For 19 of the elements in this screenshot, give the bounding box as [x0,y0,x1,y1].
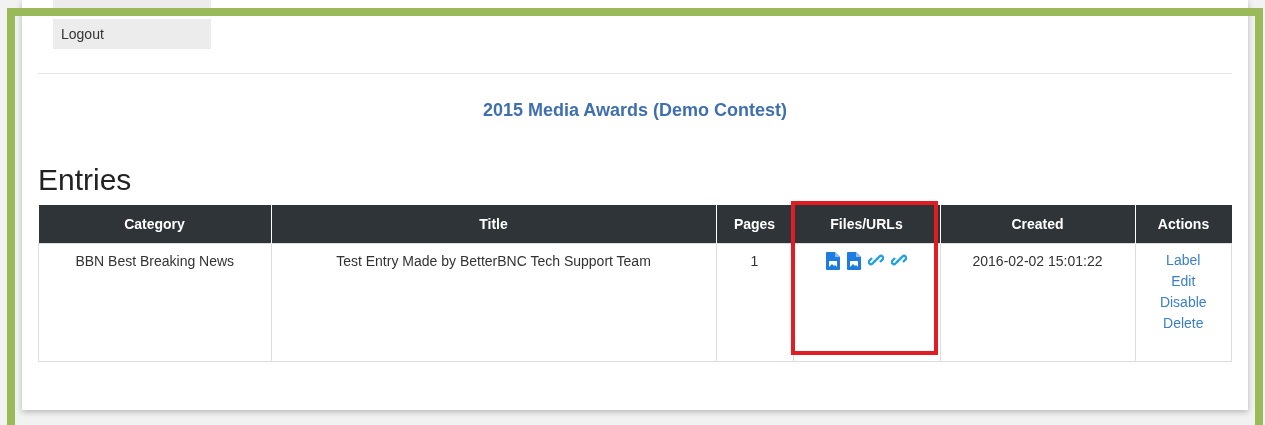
column-header: Created [940,205,1135,244]
column-header: Files/URLs [793,205,940,244]
page-heading: Entries [38,163,133,197]
action-link[interactable]: Disable [1159,294,1207,310]
image-file-icon[interactable] [826,252,840,270]
contest-title-link[interactable]: 2015 Media Awards (Demo Contest) [482,100,788,120]
table-cell: 2016-02-02 15:01:22 [940,243,1135,362]
column-header: Pages [716,205,793,244]
column-header: Category [38,205,271,244]
column-header: Title [271,205,716,244]
action-link[interactable]: Label [1166,252,1201,268]
column-header: Actions [1135,205,1232,244]
action-link[interactable]: Edit [1171,273,1196,289]
action-link[interactable]: Delete [1163,315,1204,331]
table-cell: BBN Best Breaking News [38,243,271,362]
table-cell: 1 [716,243,793,362]
table-cell: Test Entry Made by BetterBNC Tech Support Team [271,243,716,362]
image-file-icon[interactable] [847,252,861,270]
menu-item[interactable]: Logout [53,19,211,49]
